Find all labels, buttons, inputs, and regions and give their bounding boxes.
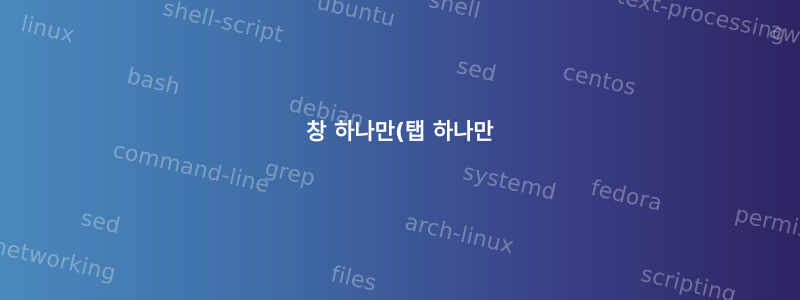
tag-fedora: fedora bbox=[588, 176, 665, 217]
tag-linux: linux bbox=[18, 12, 77, 49]
tag-permissions: permissions bbox=[732, 202, 800, 257]
tag-cloud-banner: linux shell-script ubuntu shell text-pro… bbox=[0, 0, 800, 300]
tag-shell-script: shell-script bbox=[160, 0, 286, 48]
tag-shell: shell bbox=[426, 0, 483, 25]
tag-centos: centos bbox=[560, 60, 639, 102]
tag-sed: sed bbox=[78, 206, 123, 240]
tag-command-line: command-line bbox=[110, 138, 272, 199]
tag-files: files bbox=[328, 262, 379, 297]
tag-awk: awk bbox=[766, 18, 800, 53]
tag-grep: grep bbox=[262, 156, 318, 192]
tag-sed-top: sed bbox=[454, 54, 499, 88]
tag-ubuntu: ubuntu bbox=[314, 0, 398, 33]
tag-arch-linux: arch-linux bbox=[402, 210, 517, 260]
tag-bash: bash bbox=[124, 64, 183, 101]
page-title: 창 하나만(탭 하나만 bbox=[306, 120, 494, 145]
tag-text-processing: text-processing bbox=[614, 0, 789, 48]
tag-networking: networking bbox=[0, 234, 119, 287]
tag-scripting: scripting bbox=[638, 262, 739, 300]
tag-systemd: systemd bbox=[460, 160, 559, 206]
